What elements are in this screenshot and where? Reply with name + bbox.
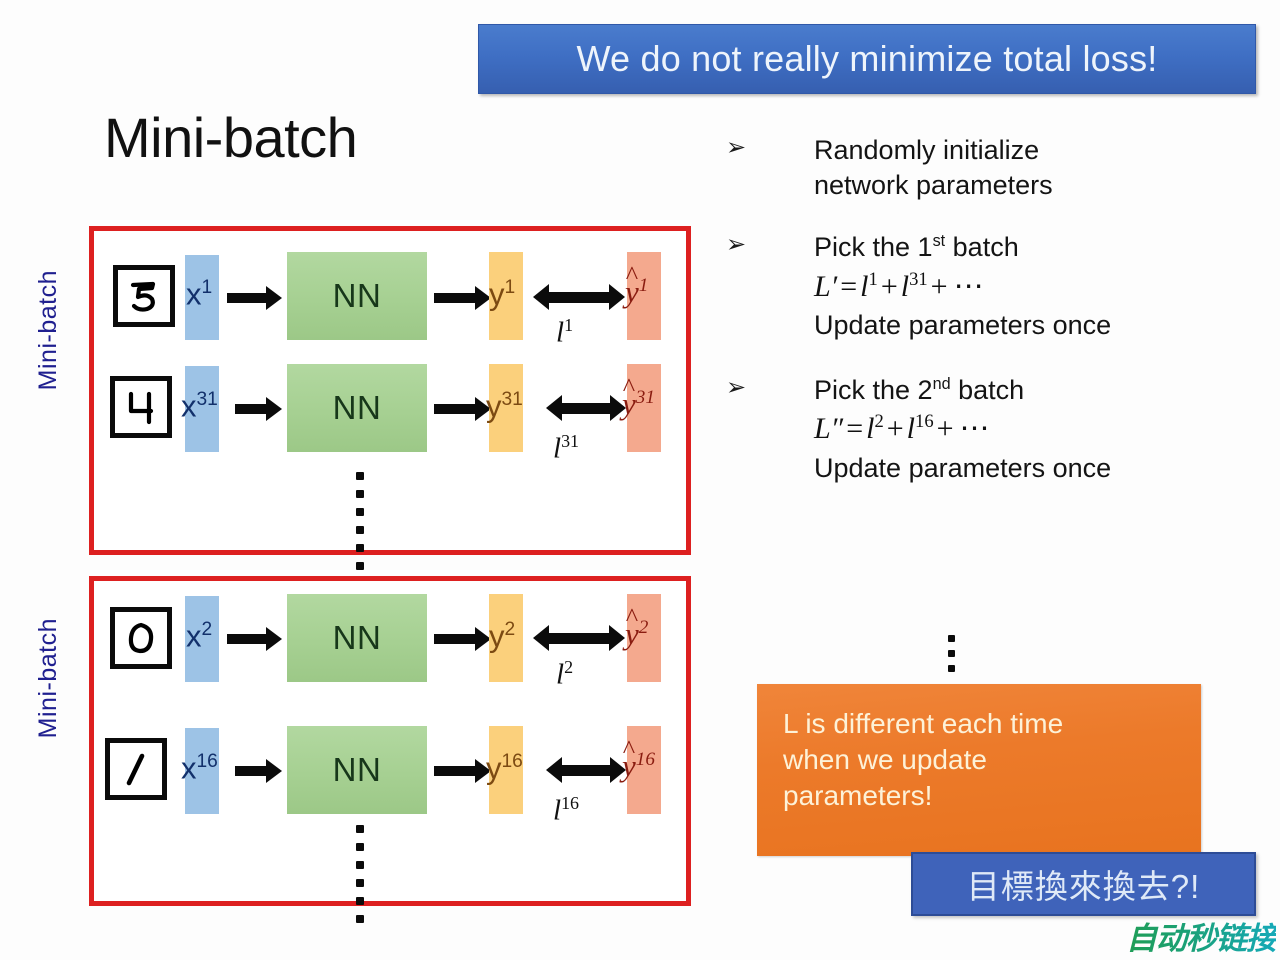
handwritten-digit-4-icon — [128, 391, 154, 425]
loss-arrow-1-2 — [546, 395, 626, 421]
bullet-line-pick-first-batch: Pick the 1st batch — [814, 232, 1019, 263]
target-label-2-2: ^ y16 — [622, 734, 655, 784]
minibatch-side-label-2: Mini-batch — [34, 618, 62, 739]
callout-line: L is different each time — [783, 708, 1064, 739]
arrow-nn-to-output-1-1 — [434, 286, 491, 310]
header-banner-text: We do not really minimize total loss! — [576, 38, 1158, 79]
arrow-input-to-nn-1-1 — [227, 286, 282, 310]
output-label-2-1: y2 — [489, 618, 516, 654]
target-label-1-2: ^ y31 — [622, 372, 655, 422]
bullet-arrow-icon: ➢ — [726, 373, 747, 401]
bullet-line: network parameters — [814, 169, 1053, 200]
target-label-2-1: ^ y2 — [625, 602, 649, 652]
page-title: Mini-batch — [104, 106, 358, 169]
bullet-item-first-batch: ➢ Pick the 1st batch L′ = l1 + l31 + ⋯ Update … — [726, 230, 1271, 343]
bullet-line-update-once-2: Update parameters once — [814, 452, 1112, 483]
bullet-line-pick-second-batch: Pick the 2nd batch — [814, 374, 1025, 405]
output-label-1-2: y31 — [486, 388, 523, 424]
handwritten-digit-5-icon — [130, 281, 156, 312]
watermark: 自动秒链接 — [1126, 913, 1277, 958]
vertical-ellipsis-bullets — [948, 635, 955, 680]
nn-box-1-2: NN — [287, 364, 427, 452]
minibatch-side-label-1: Mini-batch — [34, 270, 62, 391]
target-label-1-1: ^ y1 — [625, 260, 649, 310]
arrow-nn-to-output-2-1 — [434, 627, 491, 651]
vertical-ellipsis-batch-1 — [356, 472, 364, 580]
chinese-callout-box: 目標換來換去?! — [911, 852, 1256, 916]
arrow-input-to-nn-1-2 — [235, 397, 282, 421]
bullet-item-second-batch: ➢ Pick the 2nd batch L″ = l2 + l16 + ⋯ Update … — [726, 373, 1271, 486]
chinese-callout-text: 目標換來換去?! — [966, 868, 1201, 905]
bullet-list: ➢ Randomly initialize network parameters… — [726, 133, 1271, 499]
arrow-nn-to-output-2-2 — [434, 759, 491, 783]
nn-box-1-1: NN — [287, 252, 427, 340]
digit-tile-1 — [105, 738, 167, 800]
digit-tile-0 — [110, 607, 172, 669]
bullet-line-update-once-1: Update parameters once — [814, 310, 1112, 341]
loss-label-2-1: l2 — [556, 657, 574, 691]
bullet-item-randomly-initialize: ➢ Randomly initialize network parameters — [726, 133, 1271, 202]
handwritten-digit-1-icon — [126, 753, 145, 786]
arrow-input-to-nn-2-2 — [235, 759, 282, 783]
arrow-input-to-nn-2-1 — [227, 627, 282, 651]
input-label-2-1: x2 — [186, 618, 213, 654]
arrow-nn-to-output-1-2 — [434, 397, 491, 421]
output-label-2-2: y16 — [486, 750, 523, 786]
nn-box-label: NN — [332, 751, 382, 788]
loss-label-2-2: l16 — [553, 793, 580, 827]
bullet-arrow-icon: ➢ — [726, 231, 747, 259]
nn-box-2-2: NN — [287, 726, 427, 814]
orange-callout-box: L is different each time when we update … — [757, 684, 1201, 856]
bullet-arrow-icon: ➢ — [726, 134, 747, 161]
callout-line: parameters! — [783, 779, 933, 811]
nn-box-2-1: NN — [287, 594, 427, 682]
nn-box-label: NN — [332, 277, 382, 314]
bullet-line: Randomly initialize — [814, 135, 1040, 165]
digit-tile-5 — [113, 265, 175, 327]
loss-label-1-2: l31 — [553, 431, 580, 465]
header-banner: We do not really minimize total loss! — [478, 24, 1256, 94]
callout-line: when we update — [783, 743, 987, 775]
math-line-first-batch: L′ = l1 + l31 + ⋯ — [814, 268, 984, 303]
output-label-1-1: y1 — [489, 276, 516, 312]
input-label-1-2: x31 — [181, 388, 218, 424]
loss-arrow-2-2 — [546, 757, 626, 783]
input-label-1-1: x1 — [186, 276, 213, 312]
digit-tile-4 — [110, 376, 172, 438]
math-line-second-batch: L″ = l2 + l16 + ⋯ — [814, 411, 990, 446]
loss-arrow-2-1 — [533, 625, 625, 651]
handwritten-digit-0-icon — [128, 622, 154, 654]
loss-label-1-1: l1 — [556, 315, 574, 349]
nn-box-label: NN — [332, 619, 382, 656]
vertical-ellipsis-batch-2 — [356, 825, 364, 933]
input-label-2-2: x16 — [181, 750, 218, 786]
loss-arrow-1-1 — [533, 284, 625, 310]
nn-box-label: NN — [332, 389, 382, 426]
